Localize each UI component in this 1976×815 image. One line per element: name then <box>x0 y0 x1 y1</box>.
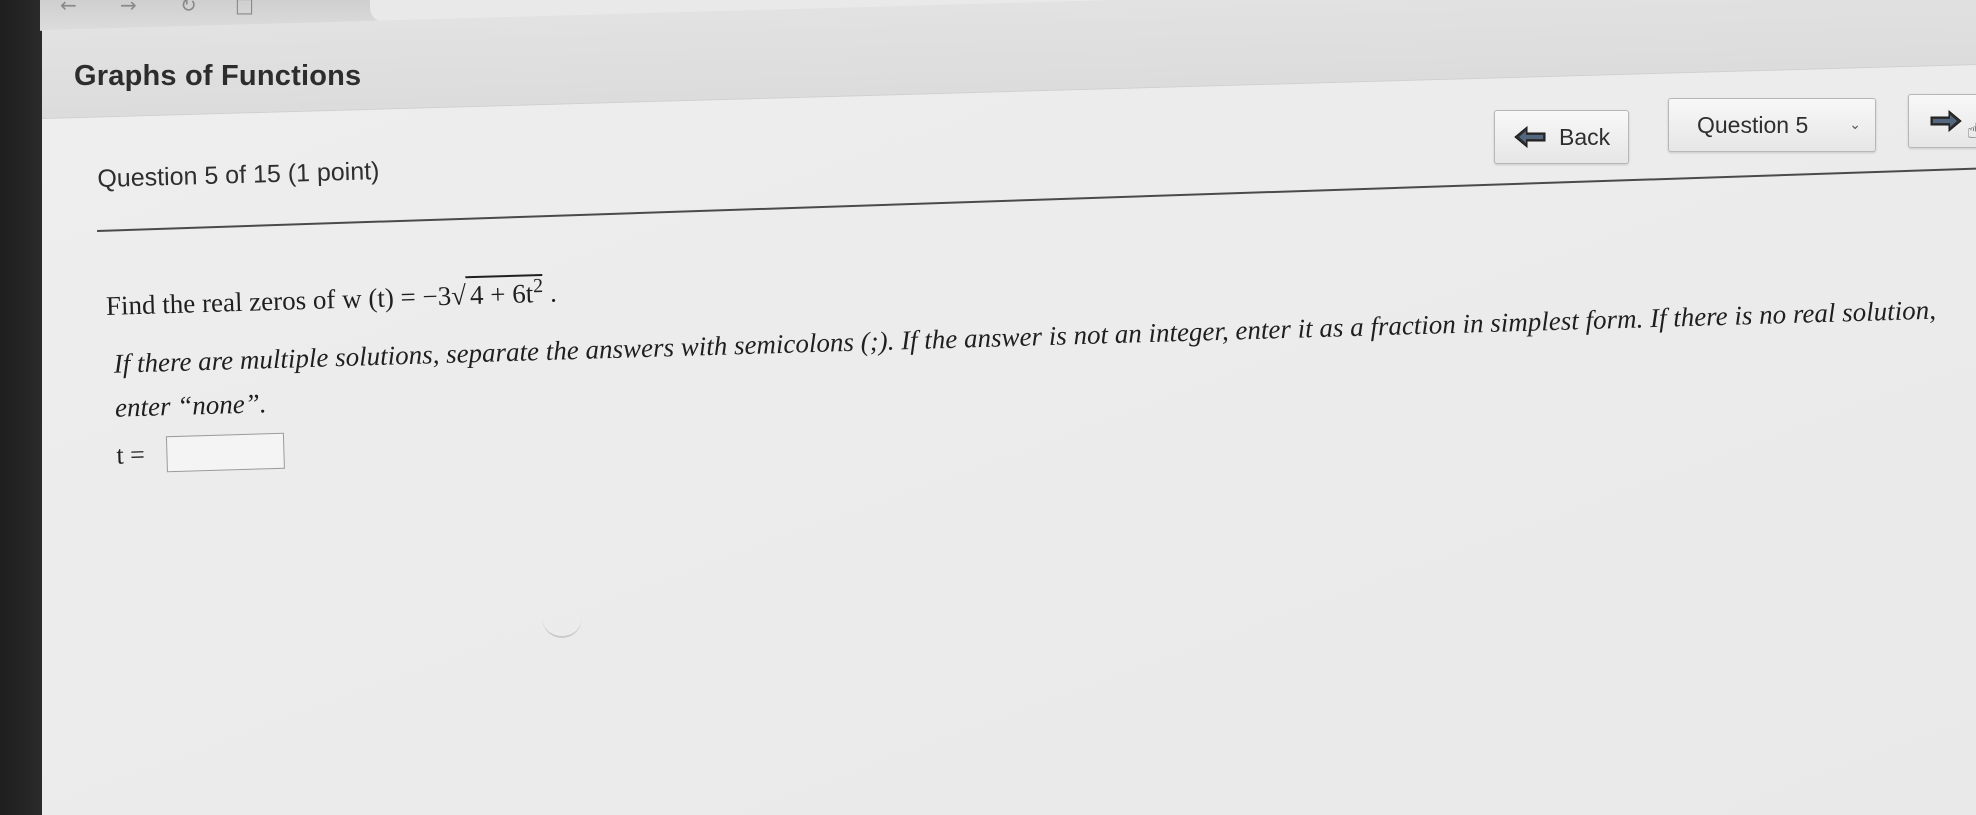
radicand-text: 4 + 6t <box>469 278 534 311</box>
reload-icon[interactable]: ↻ <box>180 0 197 15</box>
next-button[interactable]: ☝ <box>1908 94 1976 148</box>
back-button[interactable]: Back <box>1494 110 1629 164</box>
assessment-page: Graphs of Functions Question 5 of 15 (1 … <box>42 0 1976 815</box>
share-icon[interactable]: □ <box>235 0 254 15</box>
browser-back-icon[interactable]: ← <box>60 0 77 15</box>
question-prompt: Find the real zeros of w (t) = −3√ 4 + 6t… <box>105 274 558 322</box>
chevron-down-icon: ⌄ <box>1849 117 1861 133</box>
question-content: Find the real zeros of w (t) = −3√ 4 + 6t… <box>104 183 1963 473</box>
radicand: 4 + 6t2 <box>465 274 544 311</box>
screen-glare <box>542 600 582 638</box>
screen: ← → ↻ □ Graphs of Functions Question 5 o… <box>0 0 1976 815</box>
prompt-suffix: . <box>549 277 558 308</box>
arrow-left-icon <box>1514 126 1546 148</box>
arrow-right-icon <box>1930 110 1962 132</box>
hand-cursor-icon: ☝ <box>1967 119 1976 144</box>
exponent: 2 <box>532 275 544 298</box>
answer-row: t = <box>116 432 286 474</box>
page-title: Graphs of Functions <box>74 60 362 92</box>
question-select[interactable]: Question 5 ⌄ <box>1668 98 1876 152</box>
question-progress: Question 5 of 15 (1 point) <box>97 157 380 193</box>
question-select-value: Question 5 <box>1697 111 1809 138</box>
prompt-prefix: Find the real zeros of w (t) = −3√ <box>105 280 467 321</box>
browser-forward-icon[interactable]: → <box>120 0 137 15</box>
answer-label: t = <box>116 439 146 470</box>
answer-input[interactable] <box>166 432 286 473</box>
back-button-label: Back <box>1559 123 1611 150</box>
